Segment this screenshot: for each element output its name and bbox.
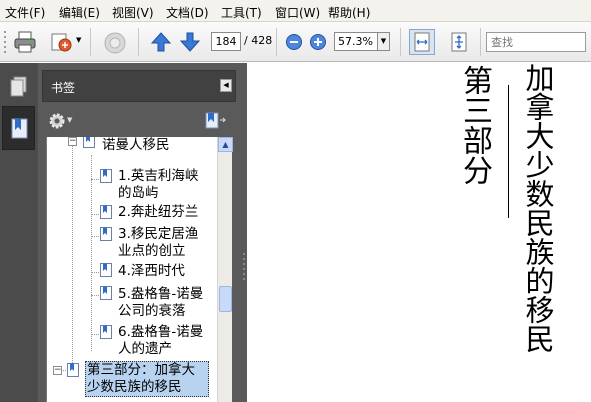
email-dropdown-icon[interactable]: ▼ (76, 36, 81, 44)
bookmarks-panel-tab[interactable] (2, 106, 35, 150)
email-icon[interactable] (49, 30, 73, 54)
fit-page-icon[interactable] (446, 29, 472, 55)
document-title: 加拿大少数民族的移民 (521, 63, 555, 353)
menu-view[interactable]: 视图(V) (112, 4, 154, 21)
zoom-in-icon[interactable] (309, 33, 327, 51)
menu-window[interactable]: 窗口(W) (275, 4, 320, 21)
tree-line (72, 137, 73, 367)
menu-document[interactable]: 文档(D) (166, 4, 209, 21)
menu-bar: 文件(F) 编辑(E) 视图(V) 文档(D) 工具(T) 窗口(W) 帮助(H… (0, 0, 591, 22)
bookmark-item-6[interactable]: 6.盎格鲁-诺曼 人的遗产 (118, 324, 230, 358)
tree-line (91, 214, 99, 215)
options-gear-icon[interactable] (48, 112, 66, 130)
page-total-label: / 428 (244, 34, 273, 47)
collapse-part3-icon[interactable]: − (53, 366, 62, 375)
bookmark-item-3[interactable]: 3.移民定居渔 业点的创立 (118, 226, 228, 260)
zoom-level-input[interactable] (334, 32, 378, 51)
next-page-icon[interactable] (179, 31, 201, 53)
splitter-grip-icon (243, 253, 245, 280)
toolbar-grip-icon (4, 31, 6, 53)
acrobat-window: 文件(F) 编辑(E) 视图(V) 文档(D) 工具(T) 窗口(W) 帮助(H… (0, 0, 591, 402)
bookmark-icon (100, 286, 112, 300)
toolbar: ▼ / 428 ▼ (0, 22, 591, 62)
bookmark-part3-selected[interactable]: 第三部分：加拿大 少数民族的移民 (85, 361, 209, 397)
bookmark-item-2[interactable]: 2.奔赴纽芬兰 (118, 204, 228, 221)
scrollbar-thumb[interactable] (219, 286, 232, 312)
page-number-input[interactable] (211, 32, 241, 51)
document-view[interactable]: 第三部分 加拿大少数民族的移民 (247, 63, 591, 402)
tree-line (91, 179, 99, 180)
bookmark-icon (100, 227, 112, 241)
menu-help[interactable]: 帮助(H) (328, 4, 370, 21)
bookmark-icon (100, 169, 112, 183)
part-label: 第三部分 (457, 65, 492, 185)
bookmark-icon (67, 363, 79, 377)
bookmarks-panel-icon (11, 118, 28, 139)
bookmarks-panel-header: 书签 ◀ (42, 70, 236, 102)
scroll-up-icon[interactable]: ▲ (218, 137, 233, 152)
bookmarks-panel-toolbar: ▼ (42, 103, 236, 137)
bookmark-icon (100, 325, 112, 339)
toolbar-separator (480, 28, 481, 56)
tree-line (91, 272, 99, 273)
navigation-pane-strip (0, 63, 38, 402)
bookmark-icon (100, 263, 112, 277)
bookmark-item-5[interactable]: 5.盎格鲁-诺曼 公司的衰落 (118, 286, 230, 320)
tree-line (91, 295, 99, 296)
tree-line (91, 236, 99, 237)
bookmark-icon (100, 205, 112, 219)
toolbar-separator (138, 28, 139, 56)
review-icon (104, 32, 126, 54)
toolbar-separator (276, 28, 277, 56)
bookmark-scrollbar[interactable]: ▲ (217, 137, 233, 402)
bookmark-chapter4[interactable]: 第四章：盎格鲁- 诺曼人移民 (102, 137, 227, 154)
tree-line (91, 155, 92, 351)
menu-file[interactable]: 文件(F) (5, 4, 45, 21)
menu-edit[interactable]: 编辑(E) (59, 4, 100, 21)
print-icon[interactable] (13, 30, 37, 54)
menu-tools[interactable]: 工具(T) (221, 4, 262, 21)
new-bookmark-icon[interactable] (204, 111, 226, 131)
previous-page-icon[interactable] (150, 31, 172, 53)
fit-width-icon[interactable] (409, 29, 435, 55)
collapse-chapter4-icon[interactable]: − (68, 137, 77, 146)
bookmark-item-1[interactable]: 1.英吉利海峡 的岛屿 (118, 168, 228, 202)
bookmarks-panel-title: 书签 (51, 81, 76, 95)
bookmark-item-4[interactable]: 4.泽西时代 (118, 263, 228, 280)
bookmark-icon (83, 137, 95, 148)
zoom-dropdown-icon[interactable]: ▼ (378, 32, 390, 51)
tree-line (91, 334, 99, 335)
toolbar-separator (90, 28, 91, 56)
toolbar-separator (400, 28, 401, 56)
collapse-panel-button[interactable]: ◀ (220, 79, 232, 92)
zoom-out-icon[interactable] (285, 33, 303, 51)
pages-panel-icon[interactable] (9, 76, 29, 98)
search-input[interactable] (486, 32, 586, 52)
title-divider-line (508, 85, 509, 218)
options-dropdown-icon[interactable]: ▼ (67, 116, 72, 124)
bookmark-tree[interactable]: − 第四章：盎格鲁- 诺曼人移民 1.英吉利海峡 的岛屿 2.奔赴纽芬兰 (46, 137, 232, 402)
